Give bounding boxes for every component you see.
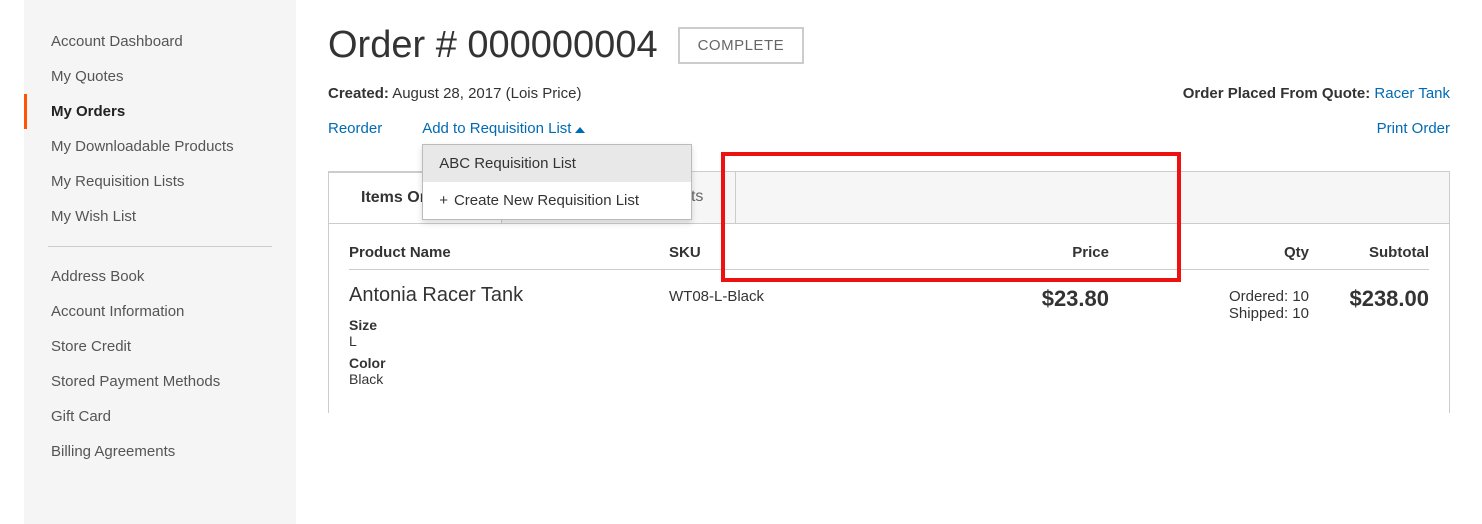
sidebar-item-quotes[interactable]: My Quotes xyxy=(24,59,296,94)
price-cell: $23.80 xyxy=(929,284,1109,312)
requisition-dropdown: ABC Requisition List + Create New Requisi… xyxy=(422,144,692,220)
attr-color-value: Black xyxy=(349,371,669,387)
table-header-row: Product Name SKU Price Qty Subtotal xyxy=(349,244,1429,270)
add-requisition-toggle[interactable]: Add to Requisition List xyxy=(422,120,585,137)
req-item-abc[interactable]: ABC Requisition List xyxy=(423,145,691,182)
sidebar-item-dashboard[interactable]: Account Dashboard xyxy=(24,24,296,59)
requisition-wrap: Add to Requisition List ABC Requisition … xyxy=(422,120,585,137)
sidebar-item-wishlist[interactable]: My Wish List xyxy=(24,199,296,234)
placed-label: Order Placed From Quote: xyxy=(1183,85,1375,102)
th-qty: Qty xyxy=(1109,244,1309,261)
items-table: Product Name SKU Price Qty Subtotal Anto… xyxy=(329,224,1449,413)
order-header: Order # 000000004 COMPLETE xyxy=(328,24,1450,67)
sku-cell: WT08-L-Black xyxy=(669,284,929,305)
created-info: Created: August 28, 2017 (Lois Price) xyxy=(328,85,581,102)
th-product: Product Name xyxy=(349,244,669,261)
page-title: Order # 000000004 xyxy=(328,24,658,67)
qty-cell: Ordered: 10 Shipped: 10 xyxy=(1109,284,1309,322)
sidebar-divider xyxy=(48,246,272,247)
qty-ordered: Ordered: 10 xyxy=(1109,288,1309,305)
actions-row: Reorder Add to Requisition List ABC Requ… xyxy=(328,120,1450,137)
attr-size-value: L xyxy=(349,333,669,349)
add-requisition-label: Add to Requisition List xyxy=(422,120,571,137)
attr-color-label: Color xyxy=(349,355,669,371)
actions-left: Reorder Add to Requisition List ABC Requ… xyxy=(328,120,585,137)
th-subtotal: Subtotal xyxy=(1309,244,1429,261)
status-badge: COMPLETE xyxy=(678,27,805,64)
created-value: August 28, 2017 (Lois Price) xyxy=(389,85,582,102)
product-name: Antonia Racer Tank xyxy=(349,284,669,307)
sidebar-item-downloadable[interactable]: My Downloadable Products xyxy=(24,129,296,164)
sidebar-item-requisition[interactable]: My Requisition Lists xyxy=(24,164,296,199)
placed-from-info: Order Placed From Quote: Racer Tank xyxy=(1183,85,1450,102)
sidebar-item-gift[interactable]: Gift Card xyxy=(24,399,296,434)
th-price: Price xyxy=(929,244,1109,261)
th-sku: SKU xyxy=(669,244,929,261)
sidebar-item-store-credit[interactable]: Store Credit xyxy=(24,329,296,364)
created-label: Created: xyxy=(328,85,389,102)
sidebar-item-account-info[interactable]: Account Information xyxy=(24,294,296,329)
sidebar-item-address[interactable]: Address Book xyxy=(24,259,296,294)
order-meta-row: Created: August 28, 2017 (Lois Price) Or… xyxy=(328,85,1450,102)
subtotal-cell: $238.00 xyxy=(1309,284,1429,312)
main-content: Order # 000000004 COMPLETE Created: Augu… xyxy=(296,0,1482,524)
print-order-link[interactable]: Print Order xyxy=(1377,120,1450,137)
sidebar-item-orders[interactable]: My Orders xyxy=(24,94,296,129)
quote-link[interactable]: Racer Tank xyxy=(1374,85,1450,102)
plus-icon: + xyxy=(439,192,448,209)
product-cell: Antonia Racer Tank Size L Color Black xyxy=(349,284,669,393)
chevron-up-icon xyxy=(575,120,585,137)
table-row: Antonia Racer Tank Size L Color Black WT… xyxy=(349,284,1429,393)
qty-shipped: Shipped: 10 xyxy=(1109,305,1309,322)
account-sidebar: Account Dashboard My Quotes My Orders My… xyxy=(24,0,296,524)
req-item-create-label: Create New Requisition List xyxy=(454,192,639,209)
sidebar-item-payment[interactable]: Stored Payment Methods xyxy=(24,364,296,399)
req-item-create[interactable]: + Create New Requisition List xyxy=(423,182,691,219)
reorder-link[interactable]: Reorder xyxy=(328,120,382,137)
sidebar-item-billing[interactable]: Billing Agreements xyxy=(24,434,296,469)
attr-size-label: Size xyxy=(349,317,669,333)
